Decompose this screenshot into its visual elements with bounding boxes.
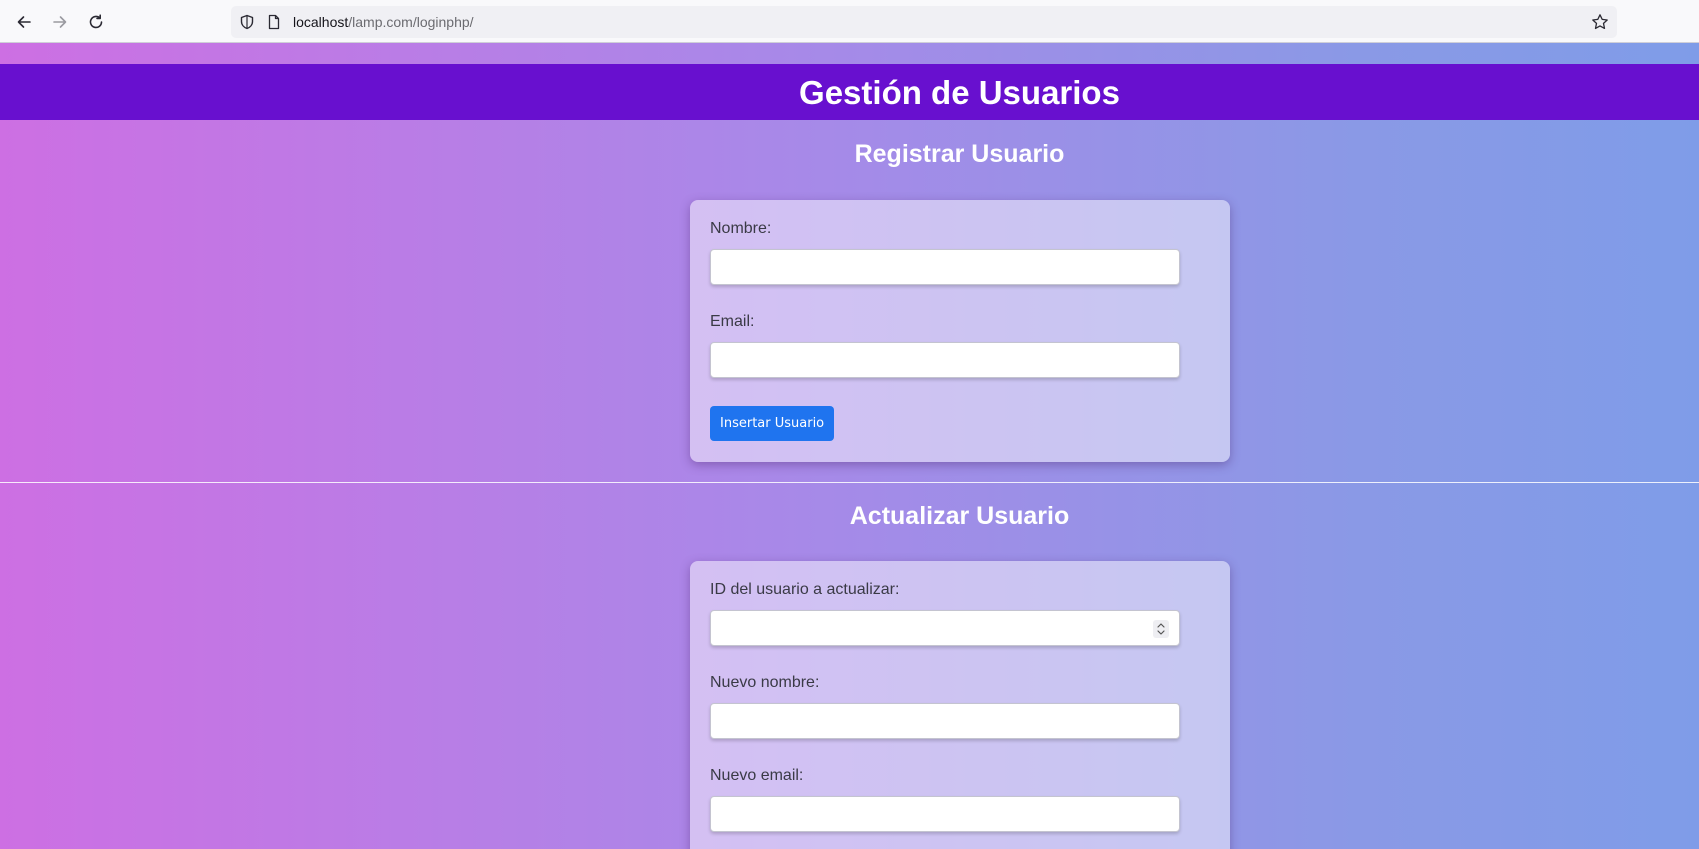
user-id-label: ID del usuario a actualizar: [710, 581, 900, 598]
user-id-input[interactable] [710, 610, 1180, 646]
new-email-input[interactable] [710, 796, 1180, 832]
name-input[interactable] [710, 249, 1180, 285]
section-divider [0, 482, 1699, 483]
register-form: Nombre: Email: Insertar Usuario [690, 200, 1230, 462]
page-viewport: Gestión de Usuarios Registrar Usuario No… [0, 43, 1699, 849]
url-host: localhost [293, 14, 349, 30]
back-arrow-icon[interactable] [12, 10, 36, 34]
browser-toolbar: localhost/lamp.com/loginphp/ [0, 0, 1699, 43]
email-label: Email: [710, 313, 755, 330]
email-input[interactable] [710, 342, 1180, 378]
number-spinner-icon[interactable] [1153, 620, 1169, 638]
reload-icon[interactable] [84, 10, 108, 34]
new-name-label: Nuevo nombre: [710, 674, 820, 691]
new-name-input[interactable] [710, 703, 1180, 739]
update-section-heading: Actualizar Usuario [849, 502, 1070, 530]
new-email-label: Nuevo email: [710, 767, 804, 784]
url-path: /lamp.com/loginphp/ [348, 14, 474, 30]
name-label: Nombre: [710, 220, 772, 237]
header-banner: Gestión de Usuarios [0, 64, 1699, 120]
url-text[interactable]: localhost/lamp.com/loginphp/ [293, 14, 474, 30]
page-title: Gestión de Usuarios [799, 74, 1120, 111]
forward-arrow-icon[interactable] [48, 10, 72, 34]
bookmark-star-icon[interactable] [1591, 13, 1609, 31]
insert-user-button[interactable]: Insertar Usuario [710, 406, 835, 441]
shield-icon[interactable] [239, 14, 255, 30]
page-icon[interactable] [266, 14, 282, 30]
register-section-heading: Registrar Usuario [854, 140, 1065, 168]
update-form: ID del usuario a actualizar: Nuevo nombr… [690, 561, 1230, 849]
address-bar[interactable]: localhost/lamp.com/loginphp/ [231, 6, 1617, 38]
